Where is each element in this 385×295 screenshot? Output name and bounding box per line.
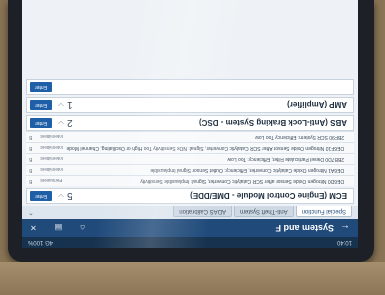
close-icon[interactable]: ✕ bbox=[30, 224, 37, 233]
enter-button[interactable]: Enter bbox=[30, 118, 52, 128]
dtc-status: Intermittent bbox=[40, 145, 63, 151]
dtc-status: Intermittent bbox=[40, 167, 63, 173]
module-row-ecm[interactable]: ECM (Engine Control Module - DME/DDE) 5 … bbox=[26, 188, 354, 204]
dtc-status: Intermittent bbox=[40, 156, 63, 162]
app-header: ← System and F ⌂ ▤ ✕ bbox=[22, 219, 358, 237]
chevron-down-icon[interactable]: ⌵ bbox=[58, 118, 64, 128]
dtc-mark: B bbox=[29, 145, 33, 151]
dtc-count: 5 bbox=[67, 190, 73, 202]
dtc-description: DE6D0 Nitrogen Oxide Sensor after SCR Ca… bbox=[140, 178, 344, 184]
dtc-description: 2BB7D0 Diesel Particulate Filter, Effici… bbox=[227, 156, 344, 162]
dtc-description: DE6F10 Nitrogen Oxide Sensor After SCR C… bbox=[66, 145, 344, 151]
home-icon[interactable]: ⌂ bbox=[80, 224, 85, 233]
dtc-mark: B bbox=[29, 167, 33, 173]
dtc-status: Intermittent bbox=[40, 134, 63, 140]
tab-anti-theft[interactable]: Anti-Theft System bbox=[233, 206, 294, 217]
module-row-partial[interactable]: Enter bbox=[26, 79, 354, 95]
desk-surface bbox=[0, 262, 385, 295]
module-name: AMP (Amplifier) bbox=[287, 100, 347, 110]
module-row-amp[interactable]: AMP (Amplifier) 1 ⌵ Enter bbox=[26, 97, 354, 113]
status-signal: 4G 100% bbox=[28, 239, 54, 246]
dtc-row: DE6F10 Nitrogen Oxide Sensor After SCR C… bbox=[26, 142, 354, 153]
dtc-count: 1 bbox=[67, 99, 73, 111]
dtc-row: 2BB7D0 Diesel Particulate Filter, Effici… bbox=[26, 153, 354, 164]
tab-special-function[interactable]: Special Function bbox=[295, 206, 352, 217]
module-name: ECM (Engine Control Module - DME/DDE) bbox=[190, 191, 347, 201]
tablet-screen: 10:40 4G 100% ← System and F ⌂ ▤ ✕ Speci… bbox=[22, 0, 358, 248]
dtc-mark: B bbox=[29, 156, 33, 162]
module-row-abs[interactable]: ABS (Anti-Lock Braking System - DSC) 2 ⌵… bbox=[26, 115, 354, 131]
function-tabs: Special Function Anti-Theft System ADAS … bbox=[22, 206, 358, 219]
chevron-down-icon[interactable]: ⌵ bbox=[58, 191, 64, 201]
tab-adas-calibration[interactable]: ADAS Calibration bbox=[173, 206, 232, 217]
dtc-row: DE6D0 Nitrogen Oxide Sensor after SCR Ca… bbox=[26, 175, 354, 186]
dtc-description: 2BF90 SCR System: Efficiency Too Low bbox=[255, 134, 344, 140]
back-arrow-icon[interactable]: ← bbox=[340, 223, 350, 234]
module-list: ECM (Engine Control Module - DME/DDE) 5 … bbox=[22, 75, 358, 206]
enter-button[interactable]: Enter bbox=[30, 100, 52, 110]
app-ui-rotated: 10:40 4G 100% ← System and F ⌂ ▤ ✕ Speci… bbox=[22, 0, 358, 248]
print-icon[interactable]: ▤ bbox=[55, 224, 63, 233]
dtc-row: 2BF90 SCR System: Efficiency Too Low Int… bbox=[26, 131, 354, 142]
dtc-description: DE6A1 Nitrogen Oxide Catalytic Converter… bbox=[150, 167, 344, 173]
module-name: ABS (Anti-Lock Braking System - DSC) bbox=[198, 118, 347, 128]
dtc-mark: B bbox=[29, 134, 33, 140]
enter-button[interactable]: Enter bbox=[30, 191, 52, 201]
status-time: 10:40 bbox=[336, 239, 352, 246]
enter-button[interactable]: Enter bbox=[30, 82, 52, 92]
dtc-status: Permanent bbox=[40, 178, 63, 184]
status-bar: 10:40 4G 100% bbox=[22, 237, 358, 248]
dtc-mark: B bbox=[29, 178, 33, 184]
page-title: System and F bbox=[275, 223, 334, 233]
dtc-count: 2 bbox=[67, 117, 73, 129]
dtc-row: DE6A1 Nitrogen Oxide Catalytic Converter… bbox=[26, 164, 354, 175]
chevron-down-icon[interactable]: ⌵ bbox=[58, 100, 64, 110]
chevron-up-icon[interactable]: ⌃ bbox=[28, 209, 34, 217]
